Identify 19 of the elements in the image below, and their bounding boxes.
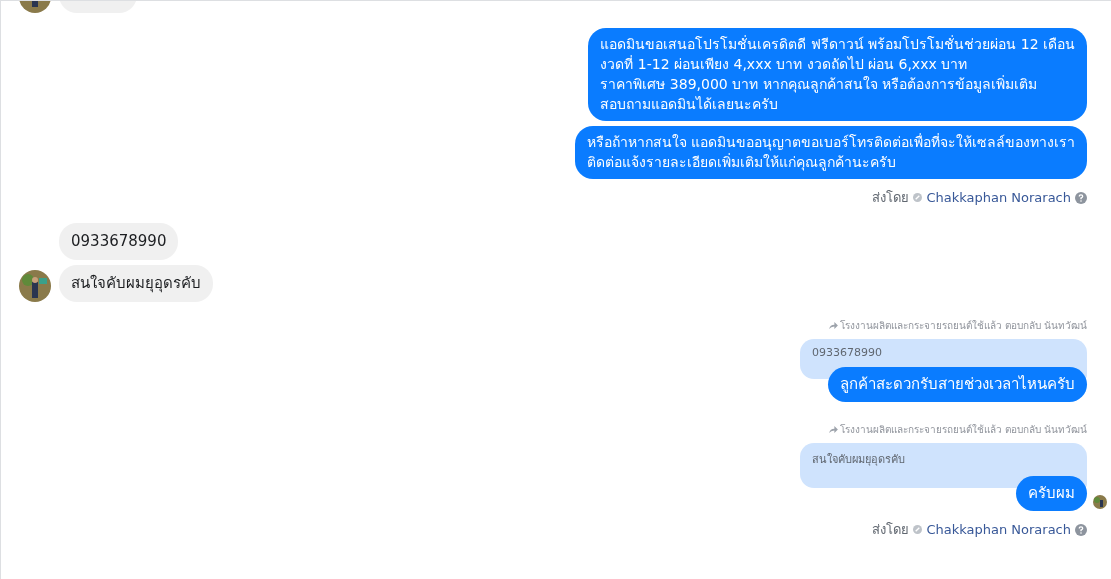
message-bubble: สนใจคับผมยุอุดรคับ bbox=[59, 265, 213, 302]
author-link[interactable]: Chakkaphan Norarach bbox=[926, 522, 1071, 537]
sent-by-label: ส่งโดย bbox=[872, 189, 910, 207]
reply-icon bbox=[828, 426, 838, 433]
author-link[interactable]: Chakkaphan Norarach bbox=[926, 190, 1071, 205]
help-icon[interactable] bbox=[1075, 191, 1087, 204]
help-icon[interactable] bbox=[1075, 523, 1087, 536]
reply-header: โรงงานผลิตและกระจายรถยนต์ใช้แล้ว ตอบกลับ นันทวัฒน์ bbox=[839, 319, 1087, 333]
sent-by-label: ส่งโดย bbox=[872, 521, 910, 539]
verified-icon bbox=[913, 193, 923, 202]
verified-icon bbox=[913, 525, 923, 534]
message-bubble: ลูกค้าสะดวกรับสายช่วงเวลาไหนครับ bbox=[828, 367, 1087, 402]
message-bubble: แอดมินขอเสนอโปรโมชั่นเครดิตดี ฟรีดาวน์ พร้อมโปรโมชั่นช่วยผ่อน 12 เดือน งวดที่ 1-12 ผ่อนเพียง 4,xxx บาท งวดถัดไป ผ่อน 6,xxx บาท ราคาพิเศษ 389,000 บาท หากคุณลูกค้าสนใจ หรือต้องการข้อมูลเพิ่มเติม สอบถามแอดมินได้เลยนะครับ bbox=[588, 28, 1087, 121]
message-bubble: ครับผม bbox=[1016, 476, 1087, 511]
message-bubble: หรือถ้าหากสนใจ แอดมินขออนุญาตขอเบอร์โทรติดต่อเพื่อที่จะให้เซลล์ของทางเรา ติดต่อแจ้งรายละเอียดเพิ่มเติมให้แก่คุณลูกค้านะครับ bbox=[574, 126, 1087, 179]
reply-header: โรงงานผลิตและกระจายรถยนต์ใช้แล้ว ตอบกลับ นันทวัฒน์ bbox=[839, 423, 1087, 437]
reply-icon bbox=[828, 322, 838, 329]
message-bubble: 0933678990 bbox=[59, 223, 179, 260]
avatar-icon bbox=[19, 270, 51, 302]
